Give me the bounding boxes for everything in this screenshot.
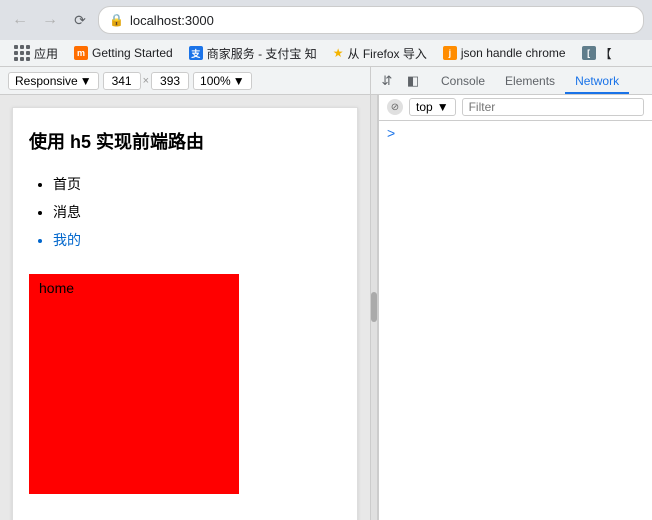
bookmark-label: 商家服务 - 支付宝 知 (207, 45, 317, 62)
red-content-box: home (29, 274, 239, 494)
console-stop-icon[interactable]: ⊘ (387, 99, 403, 115)
bookmark-label: json handle chrome (461, 46, 566, 60)
devtools-panel: ⊘ top ▼ > (378, 95, 652, 520)
bookmark-bracket[interactable]: [ 【 (576, 43, 618, 64)
apps-label: 应用 (34, 45, 58, 62)
bookmark-firefox-import[interactable]: ★ 从 Firefox 导入 (327, 43, 433, 64)
bookmark-label: 从 Firefox 导入 (348, 45, 427, 62)
nav-list: 首页 消息 我的 (53, 170, 341, 254)
context-label: top (416, 100, 433, 114)
bookmark-favicon: [ (582, 46, 596, 60)
zoom-label: 100% (200, 74, 231, 88)
bookmarks-bar: 应用 m Getting Started 支 商家服务 - 支付宝 知 ★ 从 … (0, 40, 652, 67)
bookmark-label: Getting Started (92, 46, 173, 60)
nav-item-mine[interactable]: 我的 (53, 226, 341, 254)
devtools-console-bar: ⊘ top ▼ (379, 95, 652, 121)
url-text: localhost:3000 (130, 13, 214, 28)
devtools-toolbar: ⇵ ◧ Console Elements Network (370, 67, 652, 93)
address-bar[interactable]: 🔒 localhost:3000 (98, 6, 644, 34)
console-arrow[interactable]: > (387, 125, 395, 141)
bookmark-label: 【 (600, 45, 612, 62)
devtools-pointer-button[interactable]: ⇵ (375, 69, 399, 93)
responsive-dropdown[interactable]: Responsive ▼ (8, 72, 99, 90)
context-arrow: ▼ (437, 100, 449, 114)
toolbar-devtools-row: Responsive ▼ × 100% ▼ ⇵ ◧ Console (0, 67, 652, 94)
tab-elements[interactable]: Elements (495, 70, 565, 94)
zoom-dropdown[interactable]: 100% ▼ (193, 72, 252, 90)
lock-icon: 🔒 (109, 13, 124, 27)
page-heading: 使用 h5 实现前端路由 (29, 128, 341, 154)
browser-window: ← → ⟳ 🔒 localhost:3000 应用 m Get (0, 0, 652, 520)
webpage-viewport: 使用 h5 实现前端路由 首页 消息 我的 home (0, 95, 370, 520)
forward-button[interactable]: → (38, 8, 62, 32)
bookmark-json-chrome[interactable]: j json handle chrome (437, 44, 572, 62)
responsive-toolbar: Responsive ▼ × 100% ▼ (0, 67, 370, 93)
bookmark-alipay[interactable]: 支 商家服务 - 支付宝 知 (183, 43, 323, 64)
devtools-device-button[interactable]: ◧ (401, 69, 425, 93)
devtools-content: > (379, 121, 652, 520)
console-filter-input[interactable] (462, 98, 644, 116)
nav-item-messages[interactable]: 消息 (53, 198, 341, 226)
dimension-separator: × (143, 75, 149, 87)
zoom-arrow: ▼ (233, 74, 245, 88)
bookmark-apps[interactable]: 应用 (8, 43, 64, 64)
tab-network[interactable]: Network (565, 70, 629, 94)
nav-bar: ← → ⟳ 🔒 localhost:3000 (0, 0, 652, 40)
console-context-select[interactable]: top ▼ (409, 98, 456, 116)
red-box-text: home (39, 280, 74, 296)
bookmark-favicon: j (443, 46, 457, 60)
responsive-label: Responsive (15, 74, 78, 88)
webpage-content: 使用 h5 实现前端路由 首页 消息 我的 home (12, 107, 358, 520)
dropdown-arrow: ▼ (80, 74, 92, 88)
star-icon: ★ (333, 46, 344, 60)
height-input[interactable] (151, 72, 189, 90)
bookmark-favicon: 支 (189, 46, 203, 60)
scroll-handle (371, 292, 377, 322)
scroll-divider[interactable] (370, 95, 378, 520)
width-input[interactable] (103, 72, 141, 90)
bookmark-getting-started[interactable]: m Getting Started (68, 44, 179, 62)
dimension-fields: × (103, 72, 189, 90)
devtools-tabs: Console Elements Network (427, 67, 629, 93)
tab-console[interactable]: Console (431, 70, 495, 94)
main-area: 使用 h5 实现前端路由 首页 消息 我的 home ⊘ top (0, 95, 652, 520)
bookmark-favicon: m (74, 46, 88, 60)
back-button[interactable]: ← (8, 8, 32, 32)
refresh-button[interactable]: ⟳ (68, 8, 92, 32)
nav-item-home[interactable]: 首页 (53, 170, 341, 198)
